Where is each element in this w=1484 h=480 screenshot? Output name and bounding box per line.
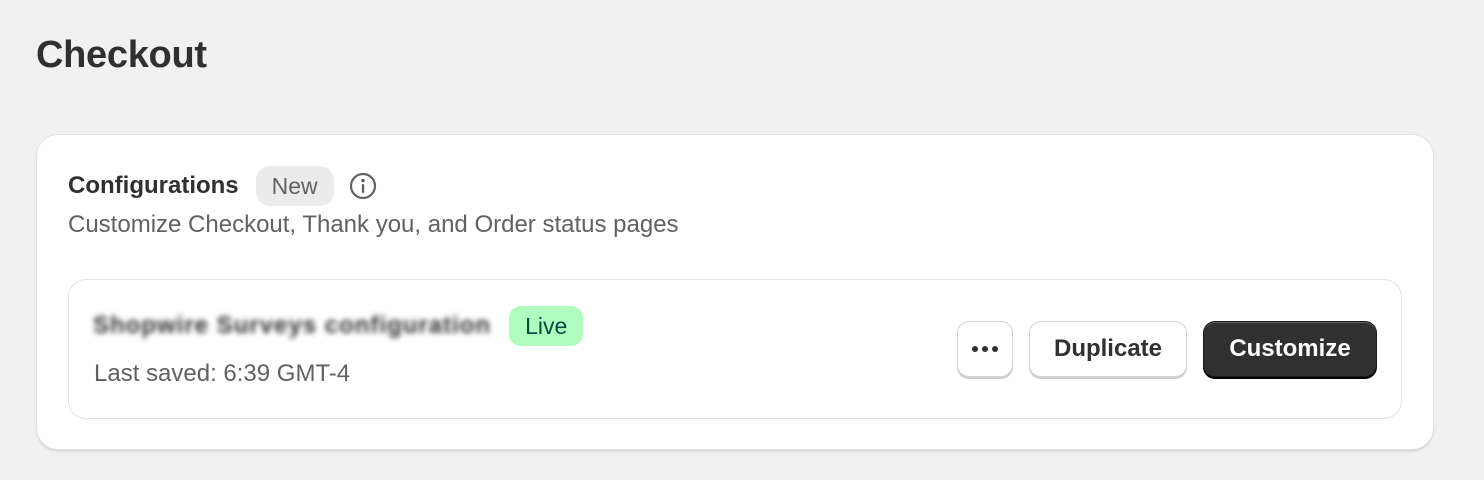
live-status-badge: Live	[509, 306, 584, 346]
configuration-name: Shopwire Surveys configuration	[93, 312, 492, 339]
configurations-subtitle: Customize Checkout, Thank you, and Order…	[68, 211, 679, 238]
new-badge: New	[255, 166, 334, 206]
duplicate-button[interactable]: Duplicate	[1029, 321, 1187, 377]
configurations-title: Configurations	[68, 172, 239, 199]
configuration-name-line: Shopwire Surveys configuration Live	[89, 306, 584, 346]
ellipsis-horizontal-icon	[972, 346, 998, 352]
more-actions-button[interactable]	[957, 321, 1013, 377]
configurations-header: Configurations New	[68, 166, 378, 206]
page-title: Checkout	[36, 34, 207, 76]
last-saved-text: Last saved: 6:39 GMT-4	[94, 360, 351, 387]
configuration-row: Shopwire Surveys configuration Live Last…	[68, 279, 1402, 419]
configuration-actions: Duplicate Customize	[957, 321, 1377, 377]
info-circle-icon[interactable]	[348, 171, 378, 201]
configurations-card: Configurations New Customize Checkout, T…	[36, 134, 1434, 450]
customize-button[interactable]: Customize	[1203, 321, 1377, 377]
